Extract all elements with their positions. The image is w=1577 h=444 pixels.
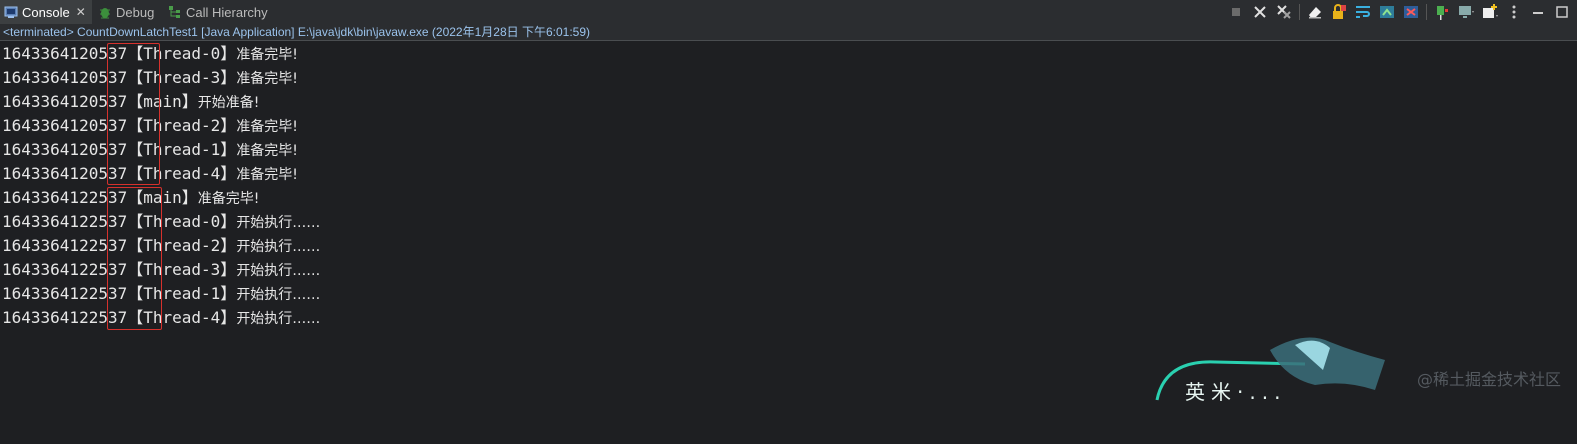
word-wrap-icon[interactable]	[1354, 3, 1372, 21]
message: 准备完毕!	[236, 47, 298, 63]
tab-console[interactable]: Console ✕	[0, 0, 92, 24]
tab-label: Console	[22, 4, 70, 20]
console-line: 1643364120537【Thread-4】准备完毕!	[0, 162, 1570, 186]
highlight-box	[107, 187, 162, 330]
message: 开始执行……	[236, 239, 321, 255]
pin-console-icon[interactable]	[1433, 3, 1451, 21]
console-line: 1643364120537【Thread-3】准备完毕!	[0, 66, 1570, 90]
stop-icon[interactable]	[1227, 3, 1245, 21]
view-tab-bar: Console ✕ Debug Call Hierarchy	[0, 0, 1577, 25]
scroll-lock-icon[interactable]	[1330, 3, 1348, 21]
message: 准备完毕!	[236, 119, 298, 135]
console-line: 1643364122537【Thread-0】开始执行……	[0, 210, 1570, 234]
message: 开始执行……	[236, 311, 321, 327]
clear-console-icon[interactable]	[1306, 3, 1324, 21]
maximize-icon[interactable]	[1553, 3, 1571, 21]
tab-label: Debug	[116, 4, 155, 20]
vertical-scrollbar[interactable]	[1570, 42, 1577, 400]
console-line: 1643364122537【Thread-3】开始执行……	[0, 258, 1570, 282]
launch-status: <terminated> CountDownLatchTest1 [Java A…	[0, 24, 1577, 41]
message: 开始准备!	[197, 95, 260, 111]
show-on-stderr-icon[interactable]	[1402, 3, 1420, 21]
console-line: 1643364122537【Thread-2】开始执行……	[0, 234, 1570, 258]
highlight-box	[107, 43, 160, 185]
message: 准备完毕!	[236, 71, 298, 87]
badge-text: 英米·...	[1185, 380, 1287, 404]
console-line: 1643364122537【main】准备完毕!	[0, 186, 1570, 210]
console-icon	[4, 5, 18, 19]
new-console-icon[interactable]	[1481, 3, 1499, 21]
message: 开始执行……	[236, 263, 321, 279]
minimize-icon[interactable]	[1529, 3, 1547, 21]
toolbar-separator	[1426, 4, 1427, 20]
console-line: 1643364120537【main】开始准备!	[0, 90, 1570, 114]
tab-debug[interactable]: Debug	[94, 0, 162, 24]
message: 准备完毕!	[236, 167, 298, 183]
message: 开始执行……	[236, 287, 321, 303]
console-line: 1643364120537【Thread-1】准备完毕!	[0, 138, 1570, 162]
tab-call-hierarchy[interactable]: Call Hierarchy	[164, 0, 276, 24]
console-toolbar	[1227, 2, 1571, 22]
message: 开始执行……	[236, 215, 321, 231]
close-icon[interactable]: ✕	[76, 5, 86, 19]
hierarchy-icon	[168, 5, 182, 19]
show-on-stdout-icon[interactable]	[1378, 3, 1396, 21]
bug-icon	[98, 5, 112, 19]
decorative-badge: 英米·...	[1155, 330, 1390, 440]
display-console-icon[interactable]	[1457, 3, 1475, 21]
view-menu-icon[interactable]	[1505, 3, 1523, 21]
console-line: 1643364120537【Thread-0】准备完毕!	[0, 42, 1570, 66]
console-line: 1643364122537【Thread-4】开始执行……	[0, 306, 1570, 330]
tab-label: Call Hierarchy	[186, 4, 268, 20]
toolbar-separator	[1299, 4, 1300, 20]
remove-all-terminated-icon[interactable]	[1275, 3, 1293, 21]
remove-launch-icon[interactable]	[1251, 3, 1269, 21]
watermark: @稀土掘金技术社区	[1416, 370, 1561, 389]
console-line: 1643364122537【Thread-1】开始执行……	[0, 282, 1570, 306]
console-line: 1643364120537【Thread-2】准备完毕!	[0, 114, 1570, 138]
message: 准备完毕!	[197, 191, 260, 207]
message: 准备完毕!	[236, 143, 298, 159]
